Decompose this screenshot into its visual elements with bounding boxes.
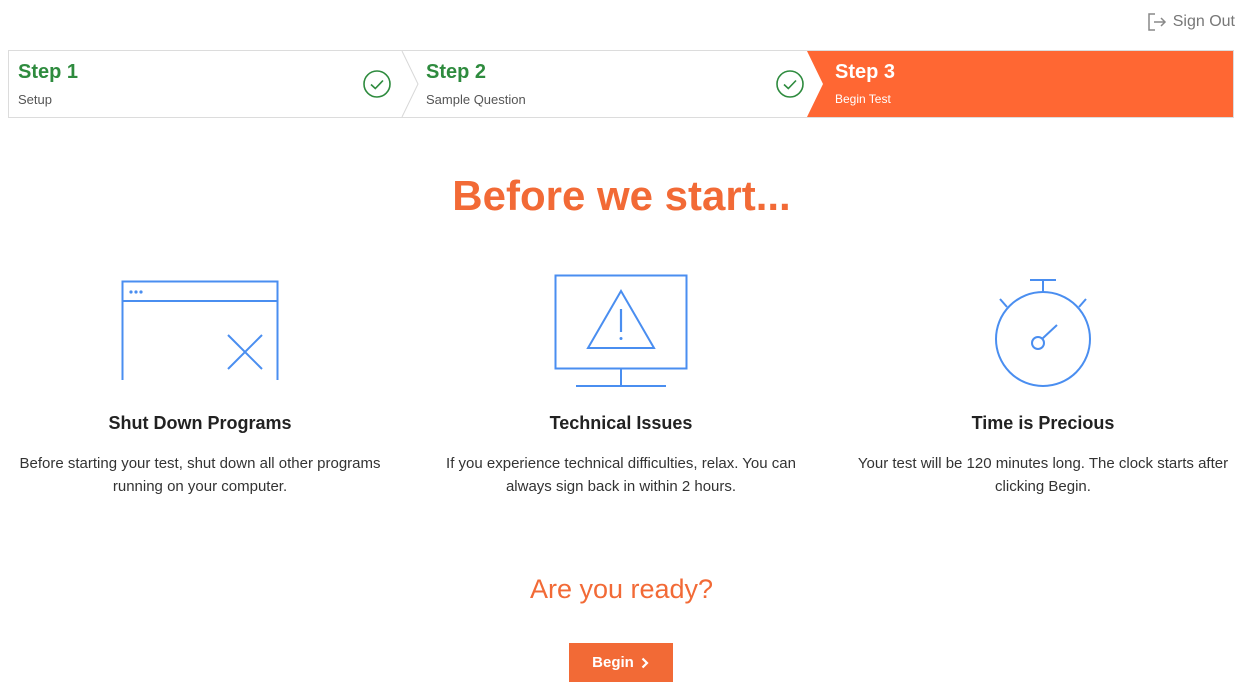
check-circle-icon: [776, 70, 804, 98]
ready-prompt: Are you ready?: [529, 574, 714, 604]
card-description: Before starting your test, shut down all…: [19, 455, 381, 495]
step-3-subtitle: Begin Test: [835, 92, 891, 106]
progress-stepper: Step 1 Setup Step 2 Sample Question Step…: [8, 50, 1234, 118]
card-description: If you experience technical difficulties…: [446, 455, 796, 495]
card-description: Your test will be 120 minutes long. The …: [857, 455, 1229, 495]
step-2: Step 2 Sample Question: [409, 51, 819, 117]
sign-out-link[interactable]: Sign Out: [1146, 11, 1235, 33]
step-1: Step 1 Setup: [9, 51, 409, 117]
monitor-warning-icon: [554, 274, 688, 387]
page-title: Before we start...: [452, 172, 791, 219]
info-card-time: Time is Precious Your test will be 120 m…: [853, 272, 1233, 498]
card-title: Shut Down Programs: [108, 413, 292, 433]
begin-label: Begin: [592, 654, 634, 671]
step-1-subtitle: Setup: [18, 92, 52, 107]
check-circle-icon: [363, 70, 391, 98]
step-2-title: Step 2: [426, 61, 487, 83]
step-3-title: Step 3: [835, 61, 896, 83]
info-card-shut-down: Shut Down Programs Before starting your …: [10, 272, 390, 498]
sign-out-label: Sign Out: [1172, 13, 1235, 30]
step-2-subtitle: Sample Question: [426, 92, 526, 107]
info-card-technical-issues: Technical Issues If you experience techn…: [431, 272, 811, 498]
browser-window-close-icon: [121, 280, 279, 380]
card-title: Technical Issues: [549, 413, 693, 433]
step-1-title: Step 1: [18, 61, 79, 83]
sign-out-icon: [1146, 11, 1168, 33]
stopwatch-icon: [995, 279, 1091, 387]
chevron-right-icon: [641, 657, 649, 668]
begin-button[interactable]: Begin: [569, 643, 673, 682]
card-title: Time is Precious: [971, 413, 1115, 433]
